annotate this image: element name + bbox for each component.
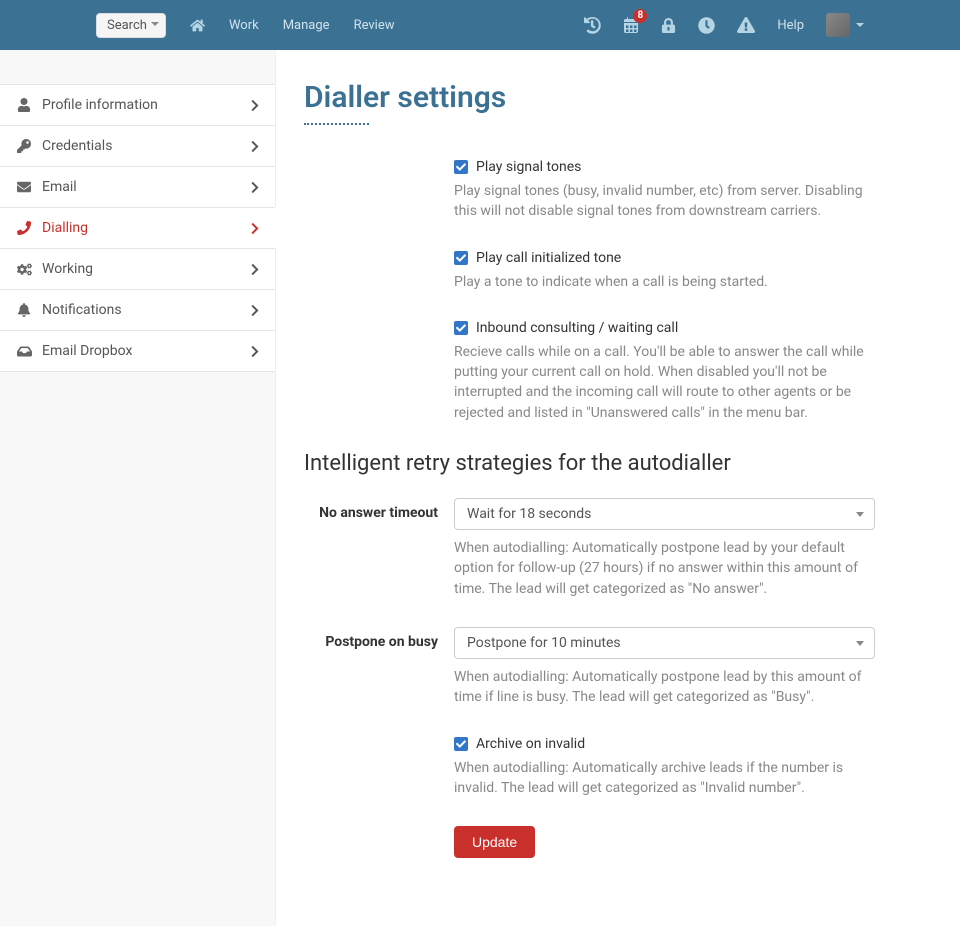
sidebar-item-dialling[interactable]: Dialling bbox=[0, 207, 275, 248]
checkbox-inbound[interactable] bbox=[454, 321, 468, 335]
chevron-right-icon bbox=[251, 222, 259, 235]
caret-down-icon bbox=[856, 512, 864, 517]
chevron-right-icon bbox=[251, 345, 259, 358]
cogs-icon bbox=[14, 262, 34, 277]
chevron-right-icon bbox=[251, 304, 259, 317]
select-value: Postpone for 10 minutes bbox=[467, 635, 621, 651]
sidebar-label: Email bbox=[42, 179, 77, 195]
checkbox-label: Archive on invalid bbox=[476, 736, 585, 752]
help-text: Play a tone to indicate when a call is b… bbox=[454, 272, 875, 292]
help-text: When autodialling: Automatically archive… bbox=[454, 758, 875, 799]
checkbox-play-init[interactable] bbox=[454, 251, 468, 265]
caret-down-icon bbox=[856, 23, 864, 27]
sidebar-label: Dialling bbox=[42, 220, 88, 236]
help-text: When autodialling: Automatically postpon… bbox=[454, 667, 875, 708]
avatar bbox=[826, 13, 850, 37]
sidebar-item-profile[interactable]: Profile information bbox=[0, 84, 275, 125]
select-no-answer[interactable]: Wait for 18 seconds bbox=[454, 498, 875, 530]
nav-link-work[interactable]: Work bbox=[229, 18, 259, 33]
sidebar-label: Notifications bbox=[42, 302, 122, 318]
checkbox-label: Inbound consulting / waiting call bbox=[476, 320, 678, 336]
warning-icon[interactable] bbox=[737, 16, 755, 34]
caret-down-icon bbox=[151, 22, 159, 26]
user-icon bbox=[14, 98, 34, 112]
bell-icon bbox=[14, 303, 34, 317]
nav-link-manage[interactable]: Manage bbox=[283, 18, 330, 33]
setting-archive-invalid: Archive on invalid When autodialling: Au… bbox=[304, 736, 875, 799]
sidebar: Profile information Credentials Email Di… bbox=[0, 50, 275, 926]
inbox-icon bbox=[14, 344, 34, 359]
navbar: Search Work Manage Review 8 Help bbox=[0, 0, 960, 50]
container: Profile information Credentials Email Di… bbox=[0, 50, 960, 926]
sidebar-item-notifications[interactable]: Notifications bbox=[0, 289, 275, 330]
chevron-right-icon bbox=[251, 99, 259, 112]
sidebar-item-credentials[interactable]: Credentials bbox=[0, 125, 275, 166]
setting-play-signal: Play signal tones Play signal tones (bus… bbox=[304, 159, 875, 222]
sidebar-item-email[interactable]: Email bbox=[0, 166, 275, 207]
update-button[interactable]: Update bbox=[454, 826, 535, 858]
checkbox-label: Play call initialized tone bbox=[476, 250, 621, 266]
key-icon bbox=[14, 139, 34, 153]
title-underline bbox=[304, 123, 369, 125]
envelope-icon bbox=[14, 180, 34, 194]
help-text: When autodialling: Automatically postpon… bbox=[454, 538, 875, 599]
clock-icon[interactable] bbox=[698, 17, 715, 34]
sidebar-label: Working bbox=[42, 261, 93, 277]
form-actions: Update bbox=[304, 826, 875, 858]
sidebar-label: Profile information bbox=[42, 97, 158, 113]
lock-icon[interactable] bbox=[661, 18, 676, 33]
phone-icon bbox=[14, 221, 34, 235]
nav-link-review[interactable]: Review bbox=[354, 18, 395, 33]
chevron-right-icon bbox=[251, 181, 259, 194]
checkbox-play-signal[interactable] bbox=[454, 160, 468, 174]
sidebar-item-working[interactable]: Working bbox=[0, 248, 275, 289]
nav-links: Work Manage Review bbox=[229, 18, 395, 33]
user-menu[interactable] bbox=[826, 13, 864, 37]
caret-down-icon bbox=[856, 641, 864, 646]
sidebar-label: Email Dropbox bbox=[42, 343, 132, 359]
chevron-right-icon bbox=[251, 263, 259, 276]
search-button[interactable]: Search bbox=[96, 13, 166, 38]
chevron-right-icon bbox=[251, 140, 259, 153]
calendar-icon-wrap[interactable]: 8 bbox=[623, 17, 639, 33]
checkbox-archive-invalid[interactable] bbox=[454, 737, 468, 751]
nav-link-help[interactable]: Help bbox=[777, 18, 804, 33]
main-content: Dialler settings Play signal tones Play … bbox=[275, 50, 960, 926]
history-icon[interactable] bbox=[584, 17, 601, 34]
select-postpone-busy[interactable]: Postpone for 10 minutes bbox=[454, 627, 875, 659]
field-label: No answer timeout bbox=[304, 498, 454, 599]
setting-no-answer: No answer timeout Wait for 18 seconds Wh… bbox=[304, 498, 875, 599]
home-icon[interactable] bbox=[190, 18, 205, 33]
sidebar-label: Credentials bbox=[42, 138, 112, 154]
section-heading: Intelligent retry strategies for the aut… bbox=[304, 451, 875, 476]
help-text: Recieve calls while on a call. You'll be… bbox=[454, 342, 875, 423]
setting-postpone-busy: Postpone on busy Postpone for 10 minutes… bbox=[304, 627, 875, 708]
checkbox-label: Play signal tones bbox=[476, 159, 581, 175]
nav-right: 8 Help bbox=[584, 13, 864, 37]
select-value: Wait for 18 seconds bbox=[467, 506, 591, 522]
sidebar-item-dropbox[interactable]: Email Dropbox bbox=[0, 330, 275, 372]
search-label: Search bbox=[107, 18, 147, 33]
notification-badge: 8 bbox=[633, 9, 647, 23]
help-text: Play signal tones (busy, invalid number,… bbox=[454, 181, 875, 222]
field-label: Postpone on busy bbox=[304, 627, 454, 708]
setting-play-init: Play call initialized tone Play a tone t… bbox=[304, 250, 875, 292]
page-title: Dialler settings bbox=[304, 80, 875, 115]
setting-inbound: Inbound consulting / waiting call Reciev… bbox=[304, 320, 875, 423]
